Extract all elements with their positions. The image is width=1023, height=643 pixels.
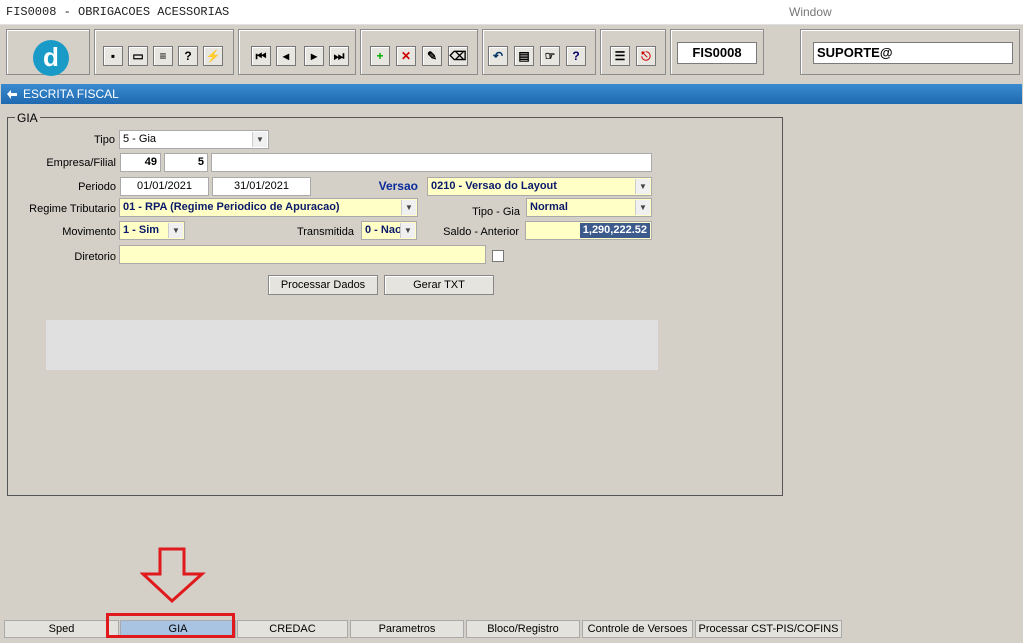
transmitida-label: Transmitida xyxy=(296,226,354,238)
tipo-value: 5 - Gia xyxy=(123,133,157,145)
tipo-gia-value: Normal xyxy=(530,201,568,213)
highlight-box xyxy=(106,613,235,638)
tab-credac[interactable]: CREDAC xyxy=(237,620,348,638)
regime-select[interactable]: 01 - RPA (Regime Periodico de Apuracao) … xyxy=(119,198,418,217)
chevron-down-icon[interactable]: ▼ xyxy=(168,223,183,238)
tab-bloco-registro[interactable]: Bloco/Registro xyxy=(466,620,580,638)
title-bar: FIS0008 - OBRIGACOES ACESSORIAS Window xyxy=(0,0,1023,25)
undo-icon[interactable]: ↶ xyxy=(488,46,508,66)
empresa-label: Empresa/Filial xyxy=(46,157,116,169)
app-logo: d xyxy=(33,40,69,76)
diretorio-label: Diretorio xyxy=(74,251,116,263)
chevron-down-icon[interactable]: ▼ xyxy=(635,179,650,194)
tipo-gia-select[interactable]: Normal ▼ xyxy=(526,198,652,217)
tipo-gia-label: Tipo - Gia xyxy=(472,206,520,218)
query-icon[interactable]: ? xyxy=(178,46,198,66)
regime-value: 01 - RPA (Regime Periodico de Apuracao) xyxy=(123,201,340,213)
tab-parametros[interactable]: Parametros xyxy=(350,620,464,638)
add-icon[interactable]: + xyxy=(370,46,390,66)
section-header: ESCRITA FISCAL xyxy=(1,84,1022,104)
chevron-down-icon[interactable]: ▼ xyxy=(401,200,416,215)
window-title: FIS0008 - OBRIGACOES ACESSORIAS xyxy=(6,5,230,19)
versao-value: 0210 - Versao do Layout xyxy=(431,180,557,192)
arrow-down-icon xyxy=(140,547,206,604)
toolbar-group-app: ☰ ⎋ xyxy=(600,29,666,75)
chevron-down-icon[interactable]: ▼ xyxy=(252,132,267,147)
movimento-value: 1 - Sim xyxy=(123,224,160,236)
versao-label: Versao xyxy=(378,179,418,193)
tab-processar-cst[interactable]: Processar CST-PIS/COFINS xyxy=(695,620,842,638)
last-record-icon[interactable]: ⏭ xyxy=(329,46,349,66)
transmitida-value: 0 - Nao xyxy=(365,224,402,236)
user-name: SUPORTE@ xyxy=(813,42,1013,64)
form-code: FIS0008 xyxy=(677,42,757,64)
section-title: ESCRITA FISCAL xyxy=(23,87,119,101)
periodo-label: Periodo xyxy=(78,181,116,193)
chevron-down-icon[interactable]: ▼ xyxy=(635,200,650,215)
movimento-select[interactable]: 1 - Sim ▼ xyxy=(119,221,185,240)
saldo-field[interactable]: 1,290,222.52 xyxy=(525,221,652,240)
diretorio-field[interactable] xyxy=(119,245,486,264)
saldo-value: 1,290,222.52 xyxy=(579,223,650,238)
diretorio-checkbox[interactable] xyxy=(492,250,504,262)
regime-label: Regime Tributario xyxy=(29,203,116,215)
empresa-name-field[interactable] xyxy=(211,153,652,172)
logo-group: d xyxy=(6,29,90,76)
filial-field[interactable]: 5 xyxy=(164,153,208,172)
toolbar-group-edit: + ✕ ✎ ⌫ xyxy=(360,29,478,75)
transmitida-select[interactable]: 0 - Nao ▼ xyxy=(361,221,417,240)
message-area xyxy=(46,320,658,370)
toolbar-group-misc: ↶ ▤ ☞ ? xyxy=(482,29,596,75)
exit-icon[interactable]: ⎋ xyxy=(636,46,656,66)
delete-icon[interactable]: ✕ xyxy=(396,46,416,66)
clipboard-icon[interactable]: ▤ xyxy=(514,46,534,66)
toolbar-group-file: ▪ ▭ ≡ ? ⚡ xyxy=(94,29,234,75)
handpoint-icon[interactable]: ☞ xyxy=(540,46,560,66)
chevron-down-icon[interactable]: ▼ xyxy=(400,223,415,238)
saldo-label: Saldo - Anterior xyxy=(443,226,519,238)
print-icon[interactable]: ≡ xyxy=(153,46,173,66)
first-record-icon[interactable]: ⏮ xyxy=(251,46,271,66)
toolbar: d ▪ ▭ ≡ ? ⚡ ⏮ ◂ ▸ ⏭ + ✕ ✎ ⌫ ↶ ▤ ☞ ? ☰ ⎋ … xyxy=(0,25,1023,80)
help-icon[interactable]: ? xyxy=(566,46,586,66)
gerar-txt-button[interactable]: Gerar TXT xyxy=(384,275,494,295)
prev-record-icon[interactable]: ◂ xyxy=(276,46,296,66)
gia-frame xyxy=(7,117,783,496)
gia-legend: GIA xyxy=(15,111,40,125)
movimento-label: Movimento xyxy=(62,226,116,238)
versao-select[interactable]: 0210 - Versao do Layout ▼ xyxy=(427,177,652,196)
periodo-start-field[interactable]: 01/01/2021 xyxy=(120,177,209,196)
edit-icon[interactable]: ✎ xyxy=(422,46,442,66)
section-icon xyxy=(7,90,17,99)
tipo-label: Tipo xyxy=(94,134,115,146)
tab-controle-versoes[interactable]: Controle de Versoes xyxy=(582,620,693,638)
window-menu[interactable]: Window xyxy=(789,5,832,19)
query-run-icon[interactable]: ⚡ xyxy=(203,46,223,66)
clear-icon[interactable]: ⌫ xyxy=(448,46,468,66)
form-code-group: FIS0008 xyxy=(670,29,764,75)
next-record-icon[interactable]: ▸ xyxy=(304,46,324,66)
tipo-select[interactable]: 5 - Gia ▼ xyxy=(119,130,269,149)
toolbar-group-nav: ⏮ ◂ ▸ ⏭ xyxy=(238,29,356,75)
tab-sped[interactable]: Sped xyxy=(4,620,119,638)
empresa-field[interactable]: 49 xyxy=(120,153,161,172)
periodo-end-field[interactable]: 31/01/2021 xyxy=(212,177,311,196)
menu-icon[interactable]: ☰ xyxy=(610,46,630,66)
save-icon[interactable]: ▪ xyxy=(103,46,123,66)
screen-icon[interactable]: ▭ xyxy=(128,46,148,66)
processar-dados-button[interactable]: Processar Dados xyxy=(268,275,378,295)
user-group: SUPORTE@ xyxy=(800,29,1020,75)
